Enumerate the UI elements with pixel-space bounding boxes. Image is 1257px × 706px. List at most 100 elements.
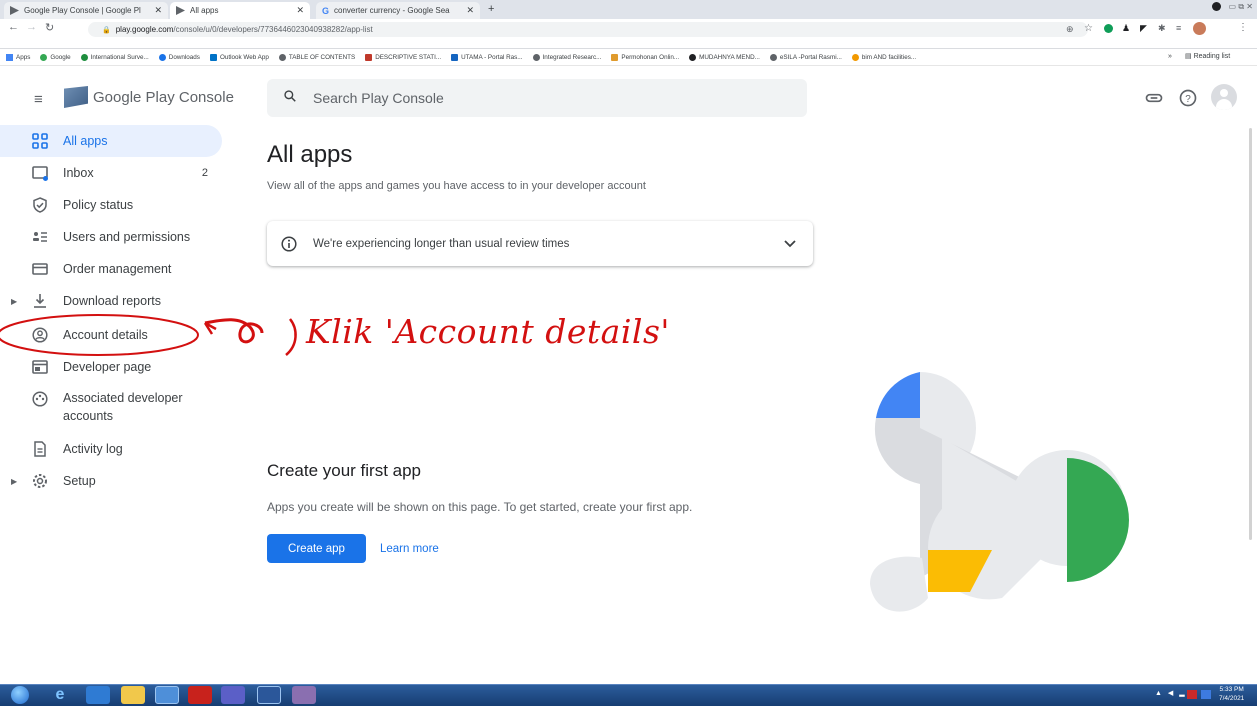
flag-icon[interactable] bbox=[1201, 690, 1211, 699]
lock-icon: 🔒 bbox=[102, 26, 111, 34]
tab-title: All apps bbox=[190, 6, 219, 15]
sidebar-item-order-management[interactable]: Order management bbox=[0, 253, 222, 285]
browser-tab[interactable]: Google Play Console | Google Pl ✕ bbox=[4, 2, 168, 19]
paint-icon[interactable] bbox=[292, 686, 316, 704]
bookmark[interactable]: Integrated Researc... bbox=[532, 53, 601, 61]
scrollbar[interactable] bbox=[1249, 128, 1252, 540]
hamburger-menu-icon[interactable]: ≡ bbox=[34, 91, 43, 108]
sidebar-item-activity-log[interactable]: Activity log bbox=[0, 433, 222, 465]
play-console-icon bbox=[176, 6, 185, 15]
word-icon[interactable] bbox=[257, 686, 281, 704]
sidebar-item-label: Associated developer accounts bbox=[63, 391, 183, 423]
bookmarks-bar: Apps Google International Surve... Downl… bbox=[0, 49, 1257, 66]
close-window-icon[interactable]: ✕ bbox=[1246, 2, 1253, 11]
address-bar[interactable]: 🔒 play.google.com/console/u/0/developers… bbox=[88, 22, 1088, 37]
page-subtitle: View all of the apps and games you have … bbox=[267, 180, 646, 192]
more-bookmarks-button[interactable]: » bbox=[1168, 53, 1172, 60]
sidebar-item-all-apps[interactable]: All apps bbox=[0, 125, 222, 157]
acrobat-icon[interactable] bbox=[188, 686, 212, 704]
bookmark[interactable]: Permohonan Onlin... bbox=[611, 53, 679, 61]
sidebar-item-setup[interactable]: ▶ Setup bbox=[0, 465, 222, 497]
extension-icon[interactable]: ♟ bbox=[1122, 23, 1130, 34]
zoom-icon[interactable]: ⊕ bbox=[1066, 24, 1074, 35]
outlook-icon bbox=[209, 53, 217, 61]
link-icon[interactable] bbox=[1144, 88, 1164, 108]
start-button-icon[interactable] bbox=[11, 686, 29, 704]
bookmark[interactable]: Apps bbox=[6, 53, 30, 61]
restore-icon[interactable]: ⧉ bbox=[1238, 2, 1244, 11]
url-host: play.google.com bbox=[115, 25, 174, 34]
bookmark[interactable]: UTAMA - Portal Ras... bbox=[451, 53, 523, 61]
profile-avatar[interactable] bbox=[1193, 22, 1206, 35]
review-times-notice[interactable]: We're experiencing longer than usual rev… bbox=[267, 221, 813, 266]
globe-icon bbox=[278, 53, 286, 61]
sidebar-item-label: Inbox bbox=[63, 166, 94, 180]
play-console-logo bbox=[64, 86, 88, 108]
annotation-highlight bbox=[0, 314, 297, 356]
chevron-down-icon[interactable] bbox=[783, 238, 797, 250]
learn-more-link[interactable]: Learn more bbox=[380, 534, 439, 563]
sidebar-item-label: All apps bbox=[63, 134, 108, 148]
tray-app-icon[interactable] bbox=[1187, 690, 1197, 699]
window-controls[interactable]: ▭ ⧉ ✕ bbox=[1211, 2, 1253, 12]
inbox-icon bbox=[32, 166, 48, 181]
empty-state-description: Apps you create will be shown on this pa… bbox=[267, 500, 693, 514]
close-tab-icon[interactable]: ✕ bbox=[466, 5, 474, 16]
expand-caret-icon[interactable]: ▶ bbox=[11, 477, 17, 486]
sidebar-item-label: Policy status bbox=[63, 198, 134, 212]
profile-dot-icon[interactable] bbox=[1211, 2, 1221, 12]
new-tab-button[interactable]: + bbox=[488, 3, 494, 15]
bookmark[interactable]: Outlook Web App bbox=[209, 53, 269, 61]
help-icon[interactable]: ? bbox=[1178, 88, 1198, 108]
teams-icon[interactable] bbox=[221, 686, 245, 704]
bookmark[interactable]: Google bbox=[40, 53, 71, 61]
globe-icon bbox=[769, 53, 777, 61]
globe-icon bbox=[532, 53, 540, 61]
bookmark[interactable]: International Surve... bbox=[80, 53, 149, 61]
sidebar-item-inbox[interactable]: Inbox 2 bbox=[0, 157, 222, 189]
account-avatar[interactable] bbox=[1211, 84, 1237, 110]
google-icon bbox=[40, 53, 48, 61]
extensions-puzzle-icon[interactable]: ✱ bbox=[1158, 23, 1166, 34]
svg-text:?: ? bbox=[1185, 94, 1191, 105]
bookmark[interactable]: TABLE OF CONTENTS bbox=[278, 53, 355, 61]
annotation-text: Klik 'Account details' bbox=[306, 312, 670, 351]
sidebar-item-associated-developer-accounts[interactable]: Associated developer accounts bbox=[0, 385, 222, 429]
close-tab-icon[interactable]: ✕ bbox=[154, 5, 162, 16]
menu-icon[interactable]: ⋮ bbox=[1238, 22, 1248, 33]
globe-icon bbox=[80, 53, 88, 61]
bookmark[interactable]: eSILA -Portal Rasmi... bbox=[769, 53, 842, 61]
bookmark[interactable]: bim AND facilities... bbox=[851, 53, 916, 61]
reading-list-button[interactable]: ▤ Reading list bbox=[1185, 52, 1230, 60]
forward-icon[interactable]: → bbox=[26, 21, 37, 33]
star-icon[interactable]: ☆ bbox=[1084, 23, 1093, 34]
system-clock[interactable]: 5:33 PM 7/4/2021 bbox=[1219, 685, 1244, 703]
chrome-icon[interactable] bbox=[155, 686, 179, 704]
bookmark[interactable]: Downloads bbox=[158, 53, 200, 61]
create-app-button[interactable]: Create app bbox=[267, 534, 366, 563]
bookmark[interactable]: DESCRIPTIVE STATI... bbox=[365, 53, 441, 61]
browser-tab[interactable]: G converter currency - Google Sea ✕ bbox=[316, 2, 480, 19]
extension-icon[interactable] bbox=[1104, 24, 1113, 33]
extension-icon[interactable]: ◤ bbox=[1140, 23, 1147, 34]
download-icon bbox=[158, 53, 166, 61]
bookmark[interactable]: MUDAHNYA MEND... bbox=[689, 53, 760, 61]
document-icon bbox=[365, 53, 373, 61]
minimize-icon[interactable]: ▭ bbox=[1229, 2, 1237, 11]
back-icon[interactable]: ← bbox=[8, 21, 19, 33]
system-tray[interactable]: ▲◀▂ bbox=[1155, 689, 1191, 697]
browser-tab-active[interactable]: All apps ✕ bbox=[170, 2, 310, 19]
sidebar-item-policy-status[interactable]: Policy status bbox=[0, 189, 222, 221]
close-tab-icon[interactable]: ✕ bbox=[296, 5, 304, 16]
internet-explorer-icon[interactable]: e bbox=[48, 686, 72, 704]
site-icon bbox=[451, 53, 459, 61]
reload-icon[interactable]: ↻ bbox=[45, 21, 54, 34]
reading-mode-icon[interactable]: ≡ bbox=[1176, 23, 1181, 33]
card-icon bbox=[32, 263, 48, 275]
users-icon bbox=[33, 232, 47, 242]
file-explorer-icon[interactable] bbox=[121, 686, 145, 704]
gear-icon bbox=[33, 474, 47, 488]
sidebar-item-users-and-permissions[interactable]: Users and permissions bbox=[0, 221, 222, 253]
search-input[interactable]: Search Play Console bbox=[267, 79, 807, 117]
taskbar-app-icon[interactable] bbox=[86, 686, 110, 704]
